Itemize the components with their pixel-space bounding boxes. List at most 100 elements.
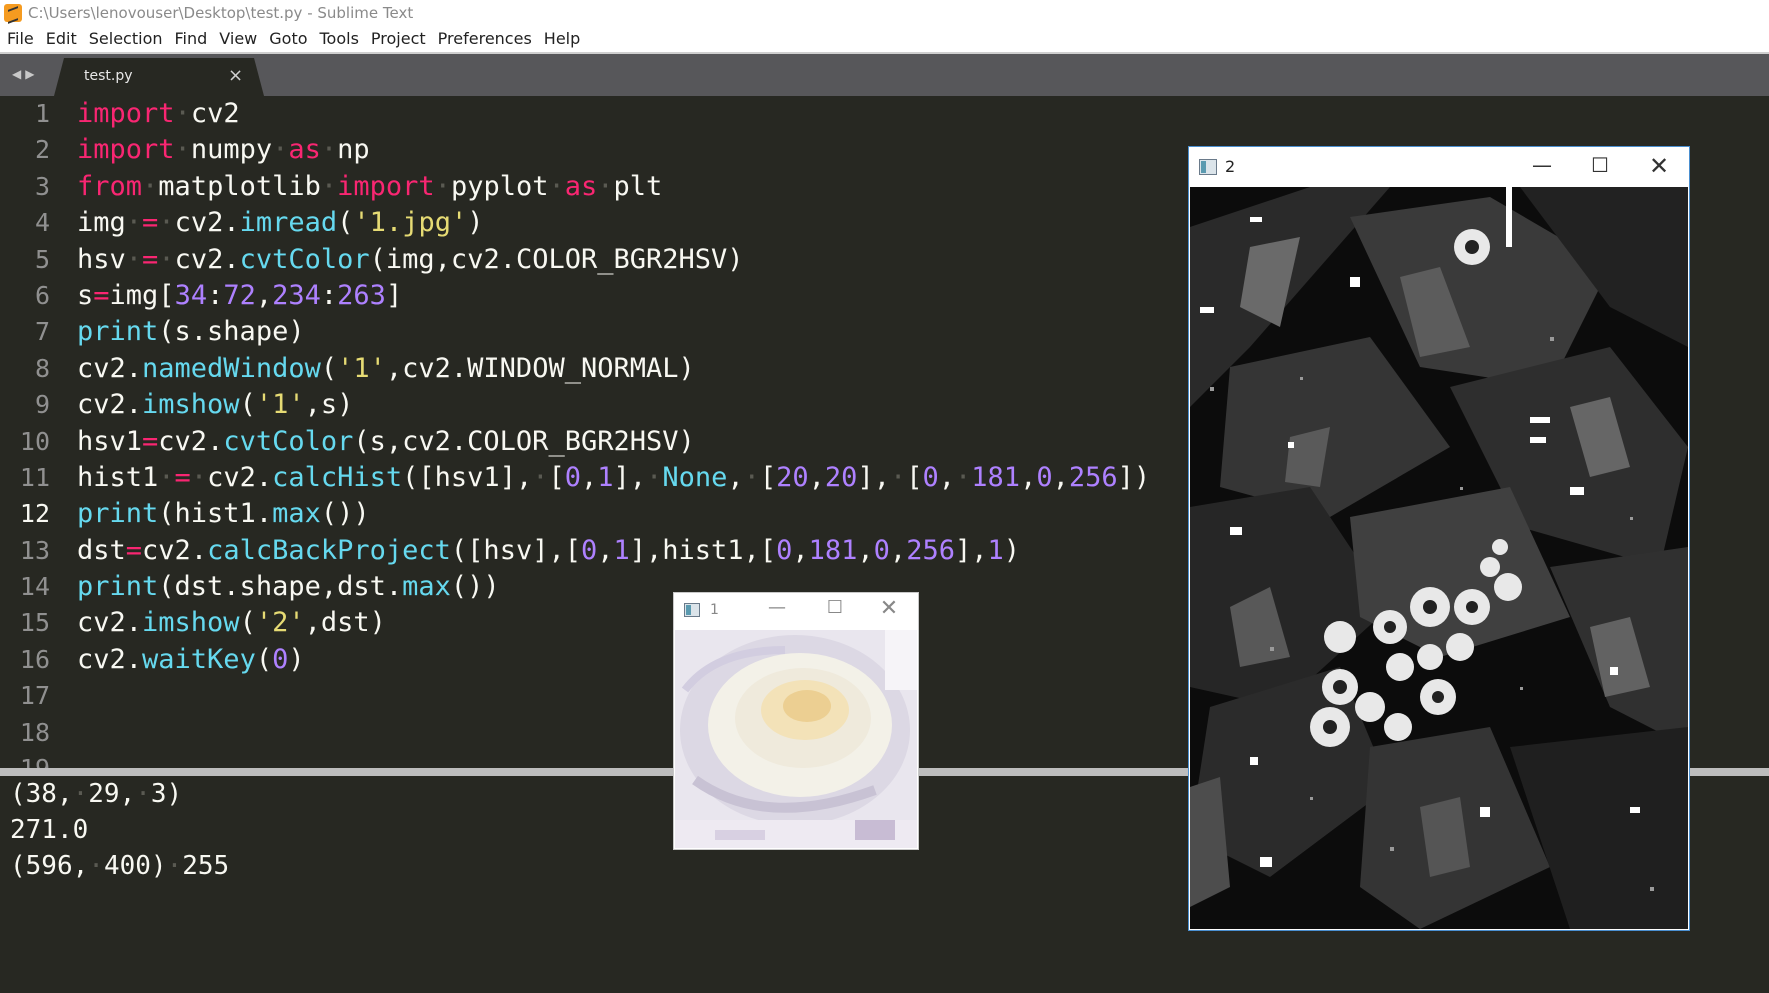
- code-token: =: [142, 243, 159, 275]
- code-token: imshow: [142, 389, 240, 421]
- code-token: 34: [174, 279, 208, 311]
- code-token: cv2.: [77, 389, 143, 421]
- line-number: 4: [34, 208, 50, 238]
- minimize-icon[interactable]: —: [762, 597, 792, 618]
- code-token: (: [239, 607, 256, 639]
- code-token: calcHist: [272, 461, 403, 493]
- menu-file[interactable]: File: [0, 26, 40, 52]
- code-line: hist1·=·cv2.calcHist([hsv1],·[0,1],·None…: [77, 460, 1177, 496]
- code-token: 0: [922, 461, 939, 493]
- menu-help[interactable]: Help: [538, 26, 586, 52]
- code-token: 0: [1036, 461, 1053, 493]
- code-token: hsv: [77, 243, 126, 275]
- code-token: cv2.: [142, 534, 208, 566]
- menu-preferences[interactable]: Preferences: [432, 26, 538, 52]
- image-window-titlebar[interactable]: 1 — ☐ ✕: [674, 593, 918, 630]
- code-token: ): [288, 643, 305, 675]
- code-token: (: [255, 643, 273, 675]
- code-token: cv2: [190, 98, 240, 129]
- code-token: imread: [239, 207, 338, 239]
- line-number-gutter: 12345678910111213141516171819: [0, 96, 58, 768]
- code-token: as: [564, 170, 598, 202]
- code-token: cv2.: [158, 425, 224, 457]
- image-window-1[interactable]: 1 — ☐ ✕: [673, 592, 919, 850]
- close-icon[interactable]: ✕: [874, 596, 904, 621]
- menu-goto[interactable]: Goto: [263, 26, 313, 52]
- whitespace-marker: ·: [142, 170, 159, 202]
- image-window-titlebar[interactable]: 2 — ☐ ✕: [1189, 147, 1689, 187]
- code-token: ,: [727, 461, 744, 493]
- code-token: (s.shape): [158, 316, 305, 348]
- minimize-icon[interactable]: —: [1527, 153, 1557, 177]
- line-number: 10: [19, 426, 50, 456]
- whitespace-marker: ·: [272, 134, 289, 166]
- code-line: dst=cv2.calcBackProject([hsv],[0,1],hist…: [77, 533, 1177, 569]
- code-editor[interactable]: import·cv2 import·numpy·as·np from·matplot…: [77, 96, 1177, 768]
- code-line: from·matplotlib·import·pyplot·as·plt: [77, 169, 1177, 205]
- whitespace-marker: ·: [532, 461, 549, 493]
- whitespace-marker: ·: [190, 461, 208, 493]
- tab-right-arrow-icon[interactable]: ▶: [25, 67, 38, 81]
- line-number: 2: [34, 135, 50, 165]
- line-number: 8: [34, 353, 50, 383]
- whitespace-marker: ·: [158, 243, 175, 275]
- code-token: hist1: [77, 461, 159, 493]
- code-token: ,: [255, 279, 273, 311]
- tab-left-arrow-icon[interactable]: ◀: [12, 67, 25, 81]
- code-token: 1: [597, 461, 614, 493]
- image-window-title: 1: [710, 602, 719, 618]
- back-projection-image-art: [1190, 187, 1688, 929]
- line-number: 1: [34, 99, 50, 128]
- code-token: 72: [223, 279, 256, 311]
- code-token: ,: [597, 534, 614, 566]
- code-token: import: [77, 134, 175, 166]
- code-token: '1.jpg': [353, 207, 468, 239]
- code-token: ([hsv1],: [402, 461, 533, 493]
- code-token: 400): [103, 851, 167, 881]
- whitespace-marker: ·: [125, 207, 143, 239]
- maximize-icon[interactable]: ☐: [820, 597, 850, 618]
- tab-navigation[interactable]: ◀▶: [12, 67, 38, 81]
- code-token: print: [77, 571, 159, 603]
- code-line: print(dst.shape,dst.max()): [77, 569, 1177, 605]
- image-window-2[interactable]: 2 — ☐ ✕: [1188, 146, 1690, 931]
- code-token: ,: [1020, 461, 1037, 493]
- code-token: 0: [564, 461, 581, 493]
- code-token: np: [337, 134, 370, 166]
- code-token: plt: [613, 170, 663, 202]
- code-token: [: [906, 461, 923, 493]
- menu-edit[interactable]: Edit: [40, 26, 83, 52]
- line-number: 18: [19, 717, 50, 747]
- code-token: (: [320, 352, 338, 384]
- maximize-icon[interactable]: ☐: [1585, 153, 1615, 177]
- code-token: '1': [337, 352, 386, 384]
- line-number: 6: [34, 280, 50, 310]
- code-token: print: [77, 316, 159, 348]
- menu-selection[interactable]: Selection: [83, 26, 169, 52]
- menu-find[interactable]: Find: [169, 26, 214, 52]
- code-token: matplotlib: [158, 170, 321, 202]
- whitespace-marker: ·: [158, 461, 175, 493]
- close-icon[interactable]: ✕: [1644, 152, 1674, 180]
- code-token: 1: [987, 534, 1004, 566]
- code-token: 263: [337, 279, 386, 311]
- code-token: ,: [938, 461, 956, 493]
- whitespace-marker: ·: [434, 170, 451, 202]
- code-token: ,: [808, 461, 825, 493]
- code-token: cv2.: [207, 461, 273, 493]
- code-token: namedWindow: [142, 352, 321, 384]
- menu-tools[interactable]: Tools: [314, 26, 365, 52]
- code-token: (hist1.: [158, 498, 273, 530]
- code-token: ([hsv],[: [450, 534, 581, 566]
- menu-project[interactable]: Project: [365, 26, 432, 52]
- code-token: ,: [581, 461, 598, 493]
- whitespace-marker: ·: [320, 170, 338, 202]
- tab-close-icon[interactable]: ×: [228, 65, 243, 86]
- line-number: 12: [19, 499, 50, 529]
- whitespace-marker: ·: [646, 461, 663, 493]
- menu-view[interactable]: View: [213, 26, 263, 52]
- tab-test-py[interactable]: test.py ×: [54, 58, 264, 96]
- code-line: hsv·=·cv2.cvtColor(img,cv2.COLOR_BGR2HSV…: [77, 242, 1177, 278]
- code-token: img: [77, 207, 126, 239]
